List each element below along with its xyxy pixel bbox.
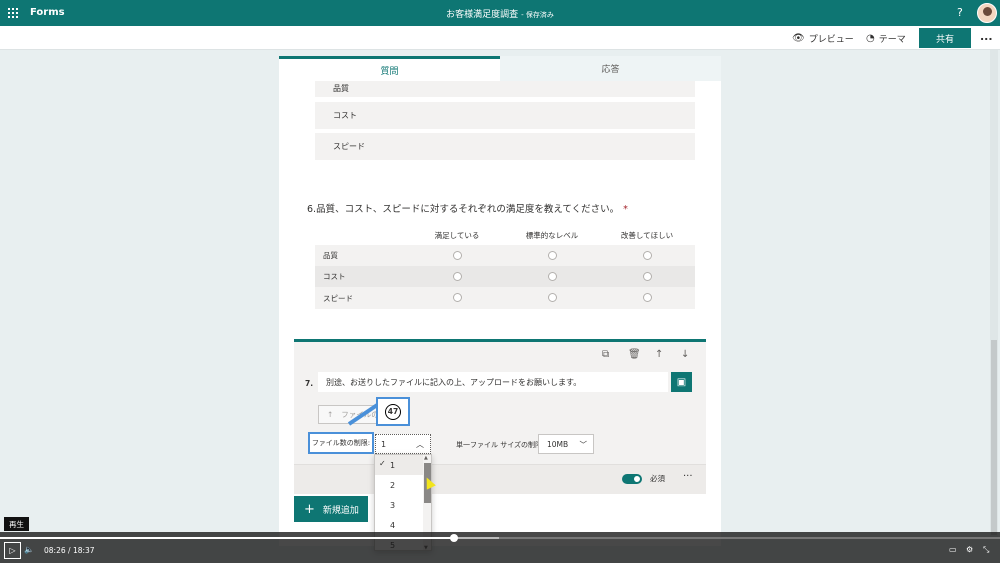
radio-button[interactable]	[453, 293, 462, 302]
chevron-down-icon: ﹀	[579, 439, 588, 449]
option-item[interactable]: コスト	[315, 102, 695, 129]
dropdown-option[interactable]: 2	[375, 475, 423, 495]
radio-button[interactable]	[548, 293, 557, 302]
tab-questions[interactable]: 質問	[279, 56, 500, 81]
dropdown-option[interactable]: ✓ 1	[375, 455, 423, 475]
preview-label: プレビュー	[808, 35, 854, 45]
play-button[interactable]: ▷	[4, 542, 21, 559]
matrix-column-header: 標準的なレベル	[525, 231, 579, 240]
file-size-limit-label: 単一ファイル サイズの制限:	[456, 441, 545, 449]
question-6-title: 6.品質、コスト、スピードに対するそれぞれの満足度を教えてください。 *	[307, 201, 628, 215]
video-progress-bar[interactable]	[0, 534, 1000, 542]
form-title: お客様満足度調査 - 保存済み	[0, 7, 1000, 20]
saved-status: - 保存済み	[521, 11, 554, 19]
required-mark: *	[623, 204, 628, 215]
question-text-input[interactable]: 別途、お送りしたファイルに記入の上、アップロードをお願いします。	[318, 372, 668, 392]
fullscreen-icon[interactable]: ⤡	[983, 545, 989, 555]
file-size-select[interactable]: 10MB ﹀	[538, 434, 594, 454]
palette-icon: ◔	[866, 33, 875, 44]
callout-badge: 47	[376, 397, 410, 426]
time-separator: /	[68, 546, 71, 555]
matrix-row-label: 品質	[323, 251, 338, 260]
preview-button[interactable]: 👁 プレビュー	[792, 32, 854, 45]
matrix-row: スピード	[315, 287, 695, 309]
dropdown-option-label: 1	[390, 460, 396, 470]
question-number: 7.	[305, 379, 314, 388]
play-icon: ▷	[9, 546, 16, 555]
file-count-select[interactable]: 1 ︿	[375, 434, 431, 454]
dropdown-option[interactable]: 3	[375, 495, 423, 515]
dropdown-option-label: 3	[390, 500, 396, 510]
dropdown-option-label: 2	[390, 480, 396, 490]
copy-icon[interactable]: ⧉	[602, 349, 609, 360]
avatar[interactable]	[977, 3, 997, 23]
time-display: 08:26 / 18:37	[44, 546, 95, 555]
theme-label: テーマ	[878, 35, 906, 45]
page-scroll-thumb[interactable]	[991, 340, 997, 535]
check-icon: ✓	[379, 459, 386, 468]
insert-media-icon[interactable]: ▣	[671, 372, 692, 392]
question-footer: 必須 ···	[294, 464, 706, 494]
chevron-up-icon: ︿	[416, 439, 424, 449]
theme-button[interactable]: ◔ テーマ	[866, 32, 906, 45]
plus-icon: +	[304, 501, 315, 517]
progress-buffer	[454, 537, 499, 539]
current-time: 08:26	[44, 546, 66, 555]
eye-icon: 👁	[792, 33, 805, 44]
more-options-icon[interactable]: ...	[980, 30, 993, 43]
required-toggle[interactable]	[622, 474, 642, 484]
settings-icon[interactable]: ⚙	[966, 545, 973, 554]
dropdown-option-label: 4	[390, 520, 396, 530]
total-time: 18:37	[72, 546, 95, 555]
form-title-text: お客様満足度調査	[446, 10, 519, 20]
trash-icon[interactable]: 🗑	[628, 349, 641, 360]
file-count-limit-label: ファイル数の制限:	[308, 432, 374, 454]
app-header: Forms お客様満足度調査 - 保存済み ?	[0, 0, 1000, 26]
scroll-up-icon[interactable]: ▲	[424, 455, 428, 461]
radio-button[interactable]	[643, 251, 652, 260]
option-item[interactable]: 品質	[315, 81, 695, 97]
upload-icon: ↑	[327, 410, 334, 419]
more-options-icon[interactable]: ···	[683, 471, 693, 482]
arrow-down-icon[interactable]: ↓	[681, 349, 689, 360]
file-size-value: 10MB	[547, 439, 569, 449]
help-icon[interactable]: ?	[957, 6, 963, 19]
radio-button[interactable]	[548, 272, 557, 281]
command-bar: 👁 プレビュー ◔ テーマ 共有 ...	[0, 26, 1000, 50]
radio-button[interactable]	[548, 251, 557, 260]
question-6-text: 6.品質、コスト、スピードに対するそれぞれの満足度を教えてください。	[307, 204, 620, 215]
option-item[interactable]: スピード	[315, 133, 695, 160]
progress-knob[interactable]	[450, 534, 458, 542]
form-panel: 質問 応答 品質 コスト スピード 6.品質、コスト、スピードに対するそれぞれの…	[279, 56, 721, 546]
play-tooltip: 再生	[4, 517, 29, 531]
progress-fill	[0, 537, 454, 539]
radio-button[interactable]	[643, 293, 652, 302]
share-button[interactable]: 共有	[919, 28, 971, 48]
callout-number: 47	[385, 403, 401, 420]
add-new-label: 新規追加	[322, 505, 359, 516]
matrix-row-label: スピード	[323, 293, 353, 303]
captions-icon[interactable]: ▭	[949, 545, 957, 554]
required-label: 必須	[650, 474, 665, 483]
question-7-card: ⧉ 🗑 ↑ ↓ 7. 別途、お送りしたファイルに記入の上、アップロードをお願いし…	[294, 339, 706, 494]
matrix-row: コスト	[315, 266, 695, 287]
radio-button[interactable]	[643, 272, 652, 281]
radio-button[interactable]	[453, 272, 462, 281]
matrix-column-header: 満足している	[434, 231, 480, 240]
matrix-row-label: コスト	[323, 272, 346, 281]
video-controls: ▷ 🔈 08:26 / 18:37 ▭ ⚙ ⤡	[0, 532, 1000, 563]
tab-responses[interactable]: 応答	[500, 56, 721, 81]
add-new-button[interactable]: + 新規追加	[294, 496, 368, 522]
volume-icon[interactable]: 🔈	[24, 545, 34, 554]
file-count-value: 1	[381, 439, 387, 449]
matrix-column-header: 改善してほしい	[620, 231, 674, 240]
page-scrollbar[interactable]	[990, 50, 998, 537]
matrix-row: 品質	[315, 245, 695, 266]
radio-button[interactable]	[453, 251, 462, 260]
arrow-up-icon[interactable]: ↑	[655, 349, 663, 360]
